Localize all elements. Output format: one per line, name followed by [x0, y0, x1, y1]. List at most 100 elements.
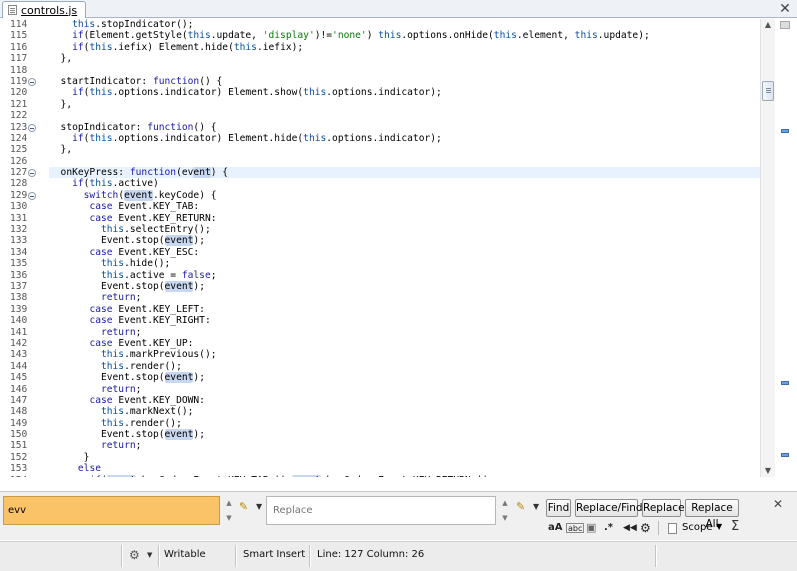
replace-history-icon[interactable]: ✎ [516, 500, 525, 513]
code-line[interactable]: return; [49, 327, 760, 338]
find-history-down-icon[interactable]: ▼ [223, 514, 235, 522]
code-line[interactable]: if(this.options.indicator) Element.show(… [49, 87, 760, 98]
fold-toggle-icon[interactable] [28, 77, 36, 86]
code-line[interactable]: case Event.KEY_UP: [49, 338, 760, 349]
code-line[interactable]: }, [49, 53, 760, 64]
code-line[interactable]: this.render(); [49, 418, 760, 429]
line-number: 143 [10, 349, 28, 361]
insert-mode-status[interactable]: Smart Insert [243, 549, 305, 560]
code-line[interactable]: this.markPrevious(); [49, 349, 760, 360]
code-line[interactable]: onKeyPress: function(event) { [49, 167, 760, 179]
replace-history-down-icon[interactable]: ▼ [499, 514, 511, 522]
line-number: 149 [10, 417, 28, 429]
code-line[interactable]: Event.stop(event); [49, 429, 760, 441]
search-backward-icon[interactable]: ◀◀ [623, 521, 637, 535]
code-line[interactable]: case Event.KEY_TAB: [49, 201, 760, 212]
line-number: 115 [10, 30, 28, 42]
vertical-scrollbar[interactable]: ▲ ▼ [760, 19, 775, 477]
code-line[interactable]: if(this.options.indicator) Element.hide(… [49, 133, 760, 144]
whole-word-toggle[interactable]: abc [566, 523, 585, 533]
occurrence-marker[interactable] [781, 453, 789, 457]
code-line[interactable]: this.render(); [49, 361, 760, 372]
line-number: 118 [10, 64, 28, 76]
code-line[interactable]: this.selectEntry(); [49, 224, 760, 235]
fold-toggle-icon[interactable] [28, 191, 36, 200]
code-line[interactable]: if(this.iefix) Element.hide(this.iefix); [49, 42, 760, 53]
occurrence-marker[interactable] [781, 381, 789, 385]
code-line[interactable]: this.markNext(); [49, 406, 760, 417]
scope-dropdown[interactable]: Scope [682, 521, 712, 535]
replace-all-button[interactable]: Replace All [685, 499, 739, 530]
fold-toggle-icon[interactable] [28, 169, 36, 178]
writable-status: Writable [164, 549, 206, 560]
line-number: 137 [10, 280, 28, 292]
code-line[interactable]: Event.stop(event); [49, 280, 760, 292]
code-line[interactable] [49, 65, 760, 76]
code-line[interactable] [49, 110, 760, 121]
gear-dropdown-icon[interactable]: ▼ [147, 551, 152, 559]
code-line[interactable]: this.stopIndicator(); [49, 19, 760, 30]
code-line[interactable]: if(event.keyCode==Event.KEY_TAB || event… [49, 474, 760, 477]
find-input[interactable] [3, 496, 220, 525]
code-line[interactable]: case Event.KEY_RETURN: [49, 213, 760, 224]
code-line[interactable]: if(Element.getStyle(this.update, 'displa… [49, 30, 760, 41]
code-line[interactable]: case Event.KEY_ESC: [49, 247, 760, 258]
line-number: 141 [10, 326, 28, 338]
code-line[interactable]: else [49, 463, 760, 474]
replace-input[interactable] [266, 496, 496, 525]
overview-ruler[interactable] [775, 19, 797, 477]
code-line[interactable]: }, [49, 144, 760, 155]
close-find-bar-icon[interactable]: ✕ [773, 497, 783, 511]
gear-icon[interactable]: ⚙ [129, 548, 140, 562]
line-number-gutter: 114 115 116 117 118 119 120 121 122 123 124 125 126 1… [0, 19, 46, 477]
code-line[interactable]: startIndicator: function() { [49, 76, 760, 87]
code-line[interactable]: stopIndicator: function() { [49, 122, 760, 133]
code-line[interactable]: Event.stop(event); [49, 372, 760, 384]
fold-toggle-icon[interactable] [28, 123, 36, 132]
code-area[interactable]: this.stopIndicator(); if(Element.getStyl… [49, 19, 760, 477]
occurrence-marker[interactable] [781, 129, 789, 133]
code-line[interactable]: switch(event.keyCode) { [49, 189, 760, 201]
code-line[interactable]: }, [49, 99, 760, 110]
file-icon [8, 5, 17, 15]
settings-gear-icon[interactable]: ⚙ [640, 521, 651, 535]
code-line[interactable]: return; [49, 440, 760, 451]
close-icon[interactable]: ✕ [777, 1, 793, 17]
search-in-selection-icon[interactable]: ▣ [586, 521, 596, 535]
find-button[interactable]: Find [546, 499, 571, 517]
case-sensitive-toggle[interactable]: aA [548, 521, 563, 535]
replace-button[interactable]: Replace [642, 499, 685, 517]
scroll-down-arrow-icon[interactable]: ▼ [763, 466, 773, 476]
code-line[interactable]: this.hide(); [49, 258, 760, 269]
replace-history-up-icon[interactable]: ▲ [499, 499, 511, 507]
cursor-position-status[interactable]: Line: 127 Column: 26 [317, 549, 424, 560]
find-history-icon[interactable]: ✎ [239, 500, 248, 513]
code-line[interactable]: case Event.KEY_DOWN: [49, 395, 760, 406]
code-line[interactable]: this.active = false; [49, 270, 760, 281]
scope-chevron-down-icon[interactable]: ▼ [716, 522, 722, 531]
code-line[interactable]: return; [49, 384, 760, 395]
find-history-up-icon[interactable]: ▲ [223, 499, 235, 507]
overview-ruler-header[interactable] [780, 21, 790, 29]
count-occurrences-icon[interactable]: Σ [731, 519, 739, 534]
code-line[interactable]: case Event.KEY_LEFT: [49, 304, 760, 315]
code-line[interactable]: return; [49, 292, 760, 303]
code-editor[interactable]: 114 115 116 117 118 119 120 121 122 123 124 125 126 1… [0, 19, 797, 477]
tab-controls-js[interactable]: controls.js [2, 1, 87, 18]
find-history-dropdown-icon[interactable]: ▼ [256, 502, 262, 511]
scroll-up-arrow-icon[interactable]: ▲ [763, 20, 773, 30]
code-line[interactable]: } [49, 452, 760, 463]
line-number: 131 [10, 212, 28, 224]
code-line[interactable] [49, 156, 760, 167]
replace-history-dropdown-icon[interactable]: ▼ [533, 502, 539, 511]
regex-toggle[interactable]: .* [604, 521, 613, 535]
code-line[interactable]: if(this.active) [49, 178, 760, 189]
line-number: 134 [10, 246, 28, 258]
tab-title[interactable]: controls.js [21, 4, 77, 17]
replace-find-button[interactable]: Replace/Find [575, 499, 643, 517]
code-line[interactable]: case Event.KEY_RIGHT: [49, 315, 760, 326]
code-line[interactable]: Event.stop(event); [49, 235, 760, 247]
line-number: 136 [10, 269, 28, 281]
scroll-thumb[interactable] [762, 81, 774, 101]
line-number: 130 [10, 201, 28, 213]
